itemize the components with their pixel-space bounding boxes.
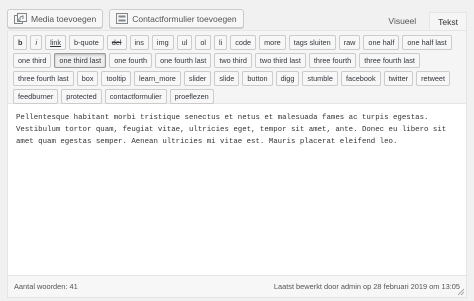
word-count: Aantal woorden: 41: [14, 282, 78, 291]
qt-one-half-last-button[interactable]: one half last: [402, 35, 452, 50]
qt-facebook-button[interactable]: facebook: [340, 71, 381, 86]
qt-ins-button[interactable]: ins: [129, 35, 149, 50]
qt-close-tags-button[interactable]: tags sluiten: [288, 35, 336, 50]
add-media-label: Media toevoegen: [31, 13, 97, 24]
quicktags-toolbar: b i link b-quote del ins img ul ol li co…: [8, 31, 466, 104]
editor-container: b i link b-quote del ins img ul ol li co…: [7, 30, 467, 298]
qt-three-fourth-last-button[interactable]: three fourth last: [359, 53, 420, 68]
qt-button-button[interactable]: button: [242, 71, 273, 86]
media-icon: [14, 13, 27, 24]
tab-visual[interactable]: Visueel: [379, 12, 425, 30]
qt-proofread-button[interactable]: proeflezen: [169, 89, 214, 104]
tab-text[interactable]: Tekst: [429, 12, 467, 31]
qt-one-fourth-last-button[interactable]: one fourth last: [155, 53, 212, 68]
qt-more-button[interactable]: more: [259, 35, 286, 50]
resize-grip-icon[interactable]: [457, 288, 465, 296]
post-status-info: Aantal woorden: 41 Laatst bewerkt door a…: [8, 275, 466, 297]
last-edited-text: Laatst bewerkt door admin op 28 februari…: [273, 282, 460, 291]
qt-twitter-button[interactable]: twitter: [383, 71, 414, 86]
media-buttons-row: Media toevoegen Contactformulier toevoeg…: [7, 9, 244, 29]
add-media-button[interactable]: Media toevoegen: [7, 9, 104, 28]
qt-link-button[interactable]: link: [45, 35, 67, 50]
qt-three-fourth-last-button-2[interactable]: three fourth last: [13, 71, 74, 86]
qt-three-fourth-button[interactable]: three fourth: [308, 53, 357, 68]
qt-digg-button[interactable]: digg: [275, 71, 300, 86]
word-count-value: 41: [69, 282, 78, 291]
word-count-label: Aantal woorden:: [14, 282, 68, 291]
qt-del-button[interactable]: del: [106, 35, 127, 50]
content-textarea[interactable]: Pellentesque habitant morbi tristique se…: [8, 105, 466, 277]
qt-one-third-last-button[interactable]: one third last: [54, 53, 107, 68]
qt-li-button[interactable]: li: [214, 35, 228, 50]
qt-learn-more-button[interactable]: learn_more: [133, 71, 181, 86]
qt-feedburner-button[interactable]: feedburner: [13, 89, 59, 104]
qt-one-fourth-button[interactable]: one fourth: [109, 53, 153, 68]
qt-code-button[interactable]: code: [230, 35, 257, 50]
qt-contactform-button[interactable]: contactformulier: [104, 89, 167, 104]
qt-slide-button[interactable]: slide: [214, 71, 240, 86]
qt-retweet-button[interactable]: retweet: [416, 71, 451, 86]
qt-bold-button[interactable]: b: [13, 35, 28, 50]
qt-italic-button[interactable]: i: [30, 35, 43, 50]
qt-two-third-button[interactable]: two third: [214, 53, 252, 68]
editor-tabs: Visueel Tekst: [379, 12, 467, 31]
qt-protected-button[interactable]: protected: [61, 89, 102, 104]
qt-slider-button[interactable]: slider: [183, 71, 212, 86]
contact-form-icon: [116, 13, 129, 24]
qt-ol-button[interactable]: ol: [195, 35, 212, 50]
qt-ul-button[interactable]: ul: [176, 35, 193, 50]
qt-box-button[interactable]: box: [76, 71, 99, 86]
qt-stumble-button[interactable]: stumble: [302, 71, 338, 86]
add-contact-form-button[interactable]: Contactformulier toevoegen: [109, 9, 244, 28]
qt-img-button[interactable]: img: [151, 35, 174, 50]
qt-one-third-button[interactable]: one third: [13, 53, 52, 68]
qt-tooltip-button[interactable]: tooltip: [101, 71, 131, 86]
qt-raw-button[interactable]: raw: [338, 35, 361, 50]
qt-two-third-last-button[interactable]: two third last: [254, 53, 306, 68]
add-contact-form-label: Contactformulier toevoegen: [132, 13, 237, 24]
qt-one-half-button[interactable]: one half: [363, 35, 400, 50]
qt-blockquote-button[interactable]: b-quote: [69, 35, 104, 50]
